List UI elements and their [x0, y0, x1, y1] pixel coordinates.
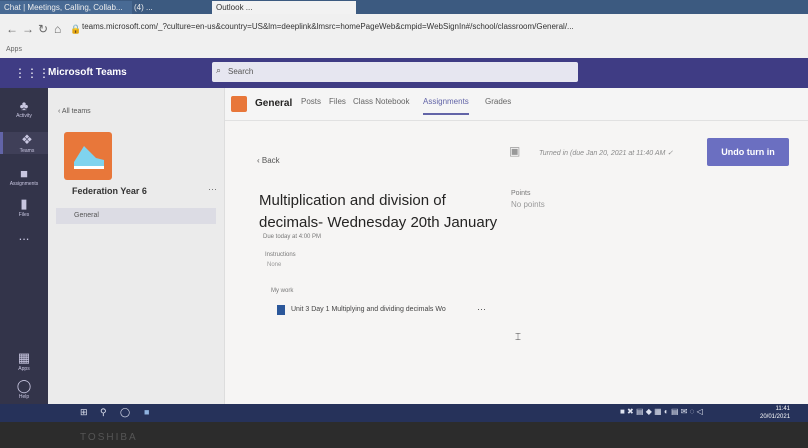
all-teams-link[interactable]: ‹ All teams	[58, 108, 91, 115]
browser-tab[interactable]: (4) ...	[130, 1, 214, 14]
windows-start-icon[interactable]: ⊞	[80, 407, 88, 418]
more-icon: ...	[18, 228, 30, 243]
screen: Chat | Meetings, Calling, Collab... (4) …	[0, 0, 808, 422]
browser-tab-strip: Chat | Meetings, Calling, Collab... (4) …	[0, 0, 808, 14]
points-heading: Points	[511, 190, 531, 197]
points-value: No points	[511, 200, 545, 209]
instructions-value: None	[267, 262, 282, 268]
main-content: General Posts Files Class Notebook Assig…	[225, 88, 808, 404]
checkmark-icon: ✓	[667, 150, 674, 157]
monitor-bezel: TOSHIBA	[0, 422, 808, 448]
channel-title: General	[255, 98, 293, 109]
browser-taskbar-icon[interactable]: ■	[144, 407, 149, 417]
rail-item-teams[interactable]: ❖ Teams	[0, 132, 51, 154]
search-taskbar-icon[interactable]: ⚲	[100, 407, 107, 418]
task-view-icon[interactable]: ◯	[120, 407, 130, 418]
windows-taskbar: ⊞ ⚲ ◯ ■ ■ ✖ ▤ ◆ ▦ ◐ ▤ ✉ ◌ ◁ 11:41 20/01/…	[0, 404, 808, 422]
browser-tab[interactable]: Chat | Meetings, Calling, Collab...	[0, 1, 132, 14]
browser-tab[interactable]: Outlook ...	[212, 1, 356, 14]
home-icon[interactable]: ⌂	[54, 22, 61, 36]
help-icon: ◯	[16, 378, 32, 393]
instructions-heading: Instructions	[265, 252, 296, 258]
mouse-cursor-icon: ⌶	[515, 332, 521, 343]
undo-turn-in-button[interactable]: Undo turn in	[707, 138, 789, 166]
app-title: Microsoft Teams	[48, 67, 127, 78]
address-bar: ← → ↻ ⌂ 🔒 teams.microsoft.com/_?culture=…	[0, 14, 808, 45]
team-name[interactable]: Federation Year 6	[72, 186, 147, 196]
rail-item-more[interactable]: ...	[0, 228, 48, 243]
bell-icon: ♣	[19, 98, 29, 113]
team-more-icon[interactable]: ···	[208, 184, 217, 194]
channel-team-icon	[231, 96, 247, 112]
lock-icon: 🔒	[70, 24, 82, 34]
files-icon: ▮	[20, 196, 28, 211]
word-document-icon	[277, 305, 285, 315]
team-logo	[64, 132, 112, 180]
forward-arrow-icon[interactable]: →	[22, 22, 34, 36]
back-arrow-icon[interactable]: ←	[6, 22, 18, 36]
rail-item-assignments[interactable]: ■ Assignments	[0, 166, 48, 187]
app-rail: ♣ Activity ❖ Teams ■ Assignments ▮ Files…	[0, 88, 51, 404]
apps-icon: ▦	[17, 350, 31, 365]
sneaker-icon	[74, 146, 104, 169]
tab-class-notebook[interactable]: Class Notebook	[353, 97, 409, 106]
teams-icon: ❖	[21, 132, 33, 147]
apps-bookmark[interactable]: Apps	[6, 46, 22, 53]
search-input[interactable]: ⌕ Search	[212, 62, 578, 82]
search-icon: ⌕	[216, 65, 222, 75]
rail-item-files[interactable]: ▮ Files	[0, 196, 48, 218]
channel-item-general[interactable]: General	[56, 208, 216, 224]
channel-header: General Posts Files Class Notebook Assig…	[225, 88, 808, 121]
due-date: Due today at 4:00 PM	[263, 234, 322, 240]
reload-icon[interactable]: ↻	[38, 22, 48, 36]
tab-files[interactable]: Files	[329, 97, 346, 106]
rail-item-help[interactable]: ◯ Help	[0, 378, 48, 400]
teams-top-bar: ⋮⋮⋮ Microsoft Teams ⌕ Search	[0, 58, 808, 88]
back-button[interactable]: ‹ Back	[257, 156, 280, 165]
url-field[interactable]: teams.microsoft.com/_?culture=en-us&coun…	[82, 22, 782, 31]
tab-posts[interactable]: Posts	[301, 97, 321, 106]
rail-item-apps[interactable]: ▦ Apps	[0, 350, 48, 372]
app-launcher-icon[interactable]: ⋮⋮⋮	[14, 66, 50, 80]
document-icon: ▣	[509, 144, 521, 158]
assignment-title: Multiplication and division of decimals-…	[259, 192, 498, 231]
bookmarks-bar: Apps	[0, 44, 808, 58]
file-more-icon[interactable]: ···	[477, 304, 486, 314]
my-work-heading: My work	[271, 288, 294, 294]
tab-assignments[interactable]: Assignments	[423, 97, 469, 115]
tab-grades[interactable]: Grades	[485, 97, 511, 106]
taskbar-clock[interactable]: 11:41 20/01/2021	[760, 405, 790, 421]
team-panel: ‹ All teams Federation Year 6 ··· Genera…	[48, 88, 225, 404]
search-placeholder: Search	[228, 67, 254, 76]
work-file-name[interactable]: Unit 3 Day 1 Multiplying and dividing de…	[291, 306, 446, 313]
rail-item-activity[interactable]: ♣ Activity	[0, 98, 48, 119]
system-tray-icons[interactable]: ■ ✖ ▤ ◆ ▦ ◐ ▤ ✉ ◌ ◁	[620, 407, 703, 416]
assignments-icon: ■	[20, 166, 28, 181]
monitor-brand: TOSHIBA	[80, 432, 138, 443]
turned-in-status: Turned in (due Jan 20, 2021 at 11:40 AM …	[539, 150, 674, 157]
